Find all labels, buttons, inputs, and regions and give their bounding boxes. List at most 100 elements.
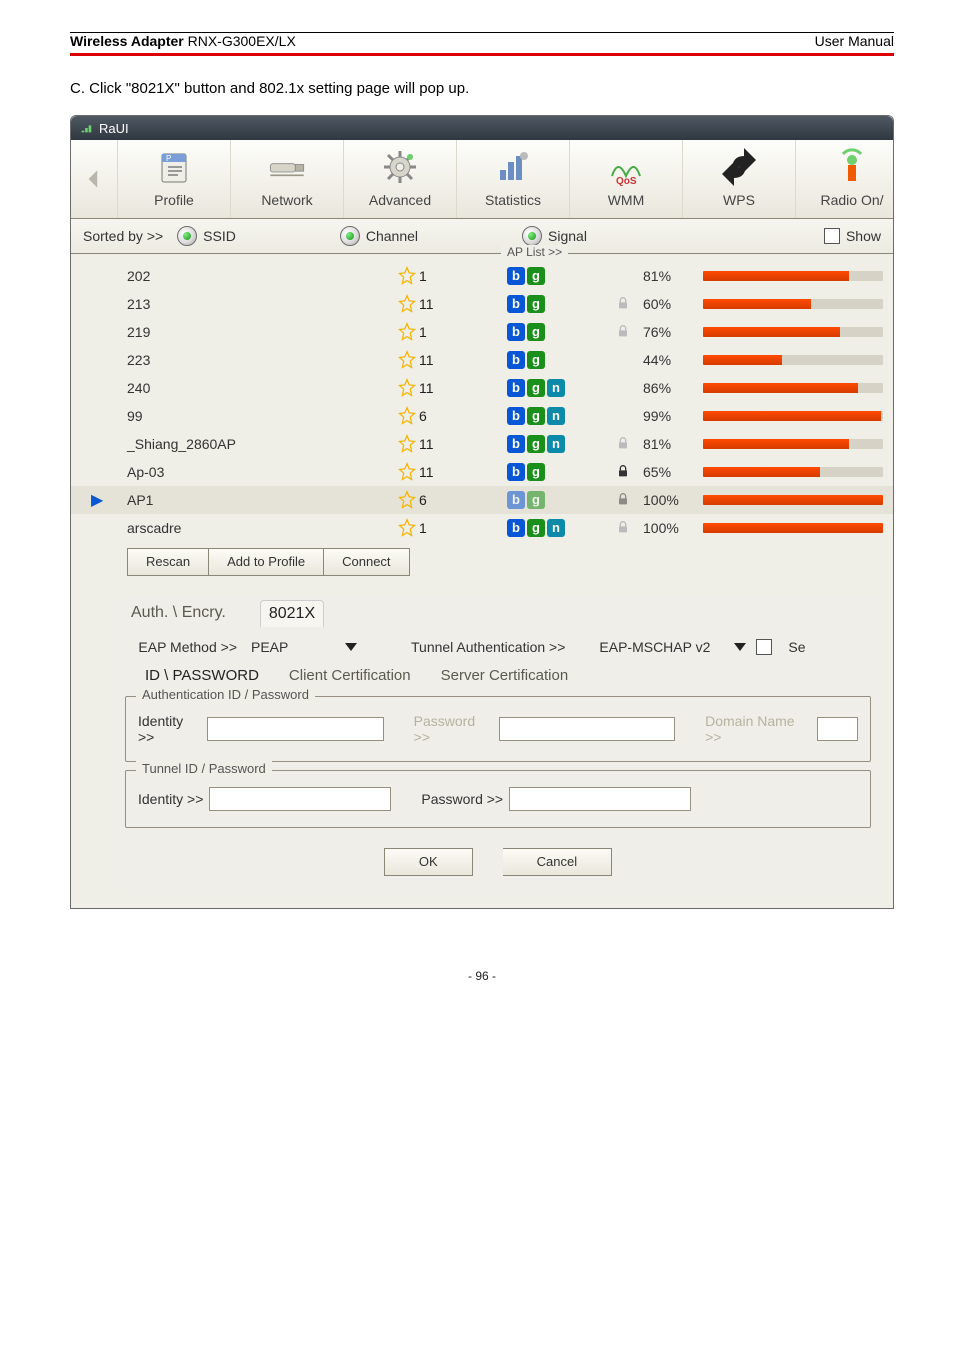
ap-channel: 11 <box>397 378 507 398</box>
show-label: Show <box>846 228 881 244</box>
ap-row[interactable]: 2021bg81% <box>71 262 893 290</box>
sort-channel-radio[interactable] <box>340 226 360 246</box>
lock-icon <box>603 435 643 454</box>
nav-advanced[interactable]: Advanced <box>344 140 457 218</box>
tunnel-identity-input[interactable] <box>209 787 391 811</box>
nav-network[interactable]: Network <box>231 140 344 218</box>
ap-row[interactable]: Ap-0311bg65% <box>71 458 893 486</box>
sort-signal-radio[interactable] <box>522 226 542 246</box>
star-icon <box>397 266 417 286</box>
ap-mode: bg <box>507 351 603 369</box>
cancel-button[interactable]: Cancel <box>503 848 612 876</box>
lock-icon <box>603 463 643 482</box>
ap-signal-pct: 99% <box>643 408 703 424</box>
subtab-id-password[interactable]: ID \ PASSWORD <box>145 667 259 684</box>
ap-row[interactable]: ▶AP16bg100% <box>71 486 893 514</box>
tab-auth-encry[interactable]: Auth. \ Encry. <box>123 600 234 627</box>
ap-channel: 11 <box>397 434 507 454</box>
nav-wmm[interactable]: QoS WMM <box>570 140 683 218</box>
ap-signal-pct: 86% <box>643 380 703 396</box>
ap-channel: 1 <box>397 518 507 538</box>
auth-password-input[interactable] <box>499 717 675 741</box>
ap-row[interactable]: _Shiang_2860AP11bgn81% <box>71 430 893 458</box>
ap-ssid: AP1 <box>127 492 397 508</box>
ap-channel: 11 <box>397 294 507 314</box>
ap-signal-pct: 60% <box>643 296 703 312</box>
ap-mode: bg <box>507 463 603 481</box>
nav-profile[interactable]: P Profile <box>118 140 231 218</box>
ap-channel: 6 <box>397 406 507 426</box>
show-checkbox[interactable] <box>824 228 840 244</box>
ap-channel: 1 <box>397 266 507 286</box>
auth-password-label: Password >> <box>414 713 493 745</box>
nav-statistics[interactable]: Statistics <box>457 140 570 218</box>
ap-mode: bgn <box>507 435 603 453</box>
sort-ssid-label: SSID <box>203 228 236 244</box>
nav-radio[interactable]: Radio On/ <box>796 140 908 218</box>
ap-ssid: 99 <box>127 408 397 424</box>
ap-mode: bg <box>507 267 603 285</box>
ap-row[interactable]: 22311bg44% <box>71 346 893 374</box>
tunnel-password-input[interactable] <box>509 787 691 811</box>
ap-mode: bgn <box>507 407 603 425</box>
star-icon <box>397 490 417 510</box>
star-icon <box>397 350 417 370</box>
signal-bar <box>703 383 883 393</box>
se-checkbox[interactable] <box>756 639 772 655</box>
auth-identity-input[interactable] <box>207 717 383 741</box>
ap-list: 2021bg81%21311bg60%2191bg76%22311bg44%24… <box>71 262 893 542</box>
back-button[interactable] <box>71 140 118 218</box>
signal-bar <box>703 467 883 477</box>
ap-mode: bg <box>507 323 603 341</box>
star-icon <box>397 462 417 482</box>
ap-row[interactable]: 21311bg60% <box>71 290 893 318</box>
ap-signal-pct: 100% <box>643 520 703 536</box>
ap-row[interactable]: 2191bg76% <box>71 318 893 346</box>
auth-id-pw-legend: Authentication ID / Password <box>136 687 315 702</box>
gear-icon <box>380 146 420 188</box>
signal-bar <box>703 271 883 281</box>
subtab-server-cert[interactable]: Server Certification <box>441 667 569 684</box>
subtab-client-cert[interactable]: Client Certification <box>289 667 411 684</box>
tunnel-auth-combo[interactable]: EAP-MSCHAP v2 <box>599 639 746 655</box>
eap-method-label: EAP Method >> <box>125 639 241 655</box>
ap-row[interactable]: 996bgn 99% <box>71 402 893 430</box>
chevron-down-icon <box>345 643 357 651</box>
doc-title-left: Wireless Adapter RNX-G300EX/LX <box>70 33 296 49</box>
tunnel-identity-label: Identity >> <box>138 791 203 807</box>
ap-ssid: 240 <box>127 380 397 396</box>
signal-bar <box>703 523 883 533</box>
radio-icon <box>837 146 867 188</box>
ap-channel: 6 <box>397 490 507 510</box>
ap-row[interactable]: arscadre1bgn100% <box>71 514 893 542</box>
star-icon <box>397 322 417 342</box>
eap-method-combo[interactable]: PEAP <box>251 639 371 655</box>
connect-button[interactable]: Connect <box>324 548 409 576</box>
star-icon <box>397 378 417 398</box>
raui-window: RaUI P Profile Network Advanced <box>70 115 894 909</box>
chevron-down-icon <box>734 643 746 651</box>
ap-signal-pct: 76% <box>643 324 703 340</box>
add-profile-button[interactable]: Add to Profile <box>209 548 324 576</box>
ap-mode: bgn <box>507 519 603 537</box>
doc-title-right: User Manual <box>815 33 894 49</box>
svg-text:QoS: QoS <box>616 176 637 186</box>
auth-domain-label: Domain Name >> <box>705 713 811 745</box>
ap-row[interactable]: 24011bgn86% <box>71 374 893 402</box>
ok-button[interactable]: OK <box>384 848 473 876</box>
auth-domain-input[interactable] <box>817 717 858 741</box>
signal-bar <box>703 355 883 365</box>
tab-8021x[interactable]: 8021X <box>260 600 324 627</box>
sort-ssid-radio[interactable] <box>177 226 197 246</box>
se-label: Se <box>788 639 805 655</box>
rescan-button[interactable]: Rescan <box>127 548 209 576</box>
profile-icon: P <box>156 146 192 188</box>
ap-ssid: 202 <box>127 268 397 284</box>
lock-icon <box>603 519 643 538</box>
nav-wps[interactable]: WPS <box>683 140 796 218</box>
star-icon <box>397 406 417 426</box>
app-icon <box>79 121 93 135</box>
selected-indicator-icon: ▶ <box>91 490 127 510</box>
ap-channel: 11 <box>397 350 507 370</box>
signal-bar <box>703 495 883 505</box>
